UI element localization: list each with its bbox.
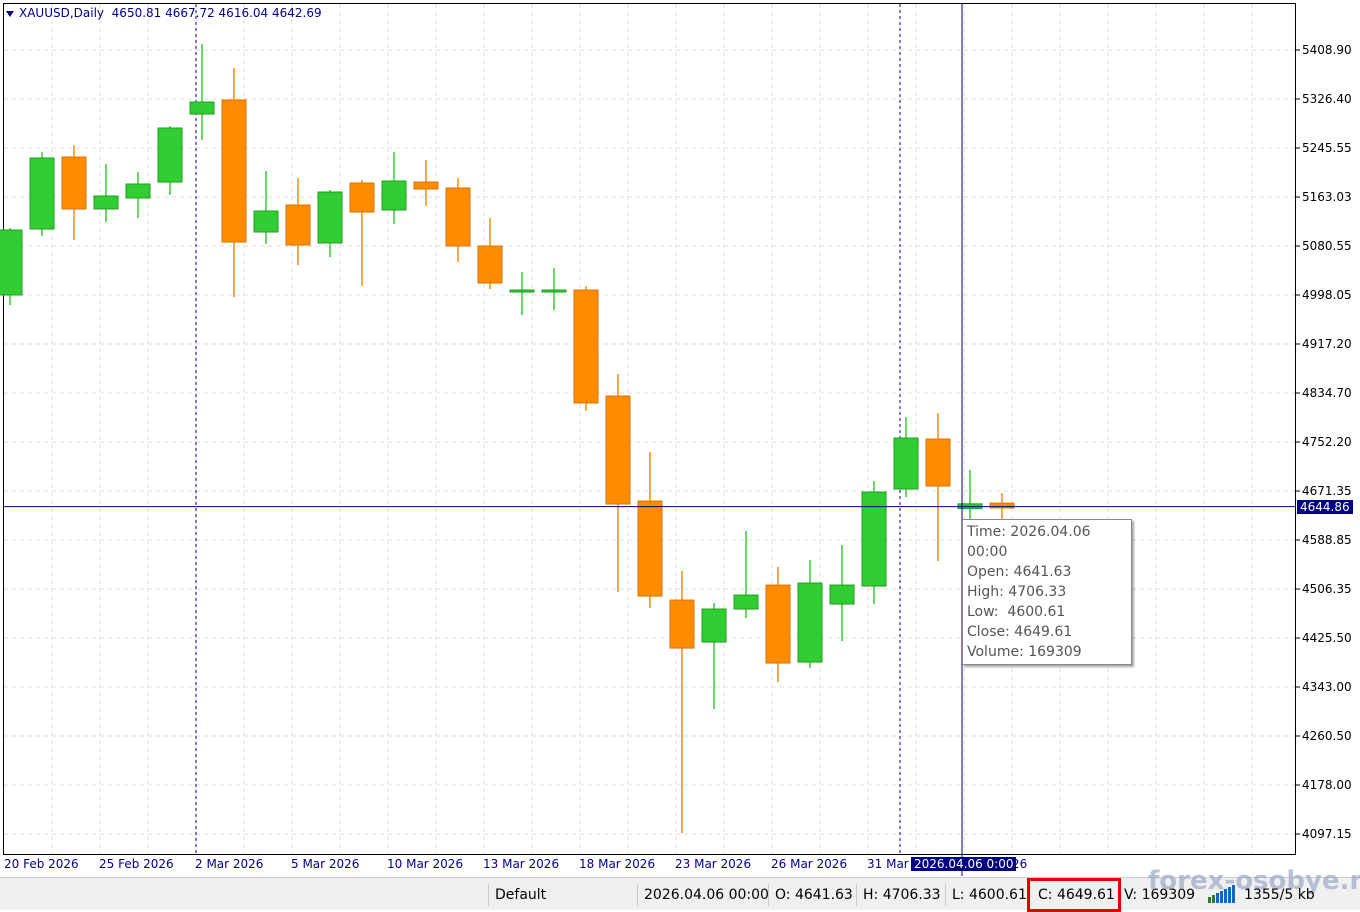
date-label: 5 Mar 2026 — [291, 857, 360, 871]
header-ohlc: 4650.81 4667.72 4616.04 4642.69 — [111, 6, 322, 20]
price-label: 4343.00 — [1302, 680, 1352, 694]
tooltip-low: Low: 4600.61 — [967, 604, 1066, 620]
candle-body — [0, 229, 23, 296]
price-label: 4752.20 — [1302, 435, 1352, 449]
date-label: 26 Mar 2026 — [771, 857, 848, 871]
status-low: L: 4600.61 — [945, 884, 1028, 906]
candle-body — [413, 181, 439, 190]
price-label: 4834.70 — [1302, 386, 1352, 400]
candle-body — [317, 191, 343, 244]
candle-body — [157, 127, 183, 183]
candle-body — [125, 183, 151, 199]
date-label: 10 Mar 2026 — [387, 857, 464, 871]
candle-body — [285, 204, 311, 246]
candle-body — [605, 395, 631, 505]
tooltip-open: Open: 4641.63 — [967, 564, 1072, 580]
candle-body — [541, 289, 567, 293]
candle-body — [509, 289, 535, 293]
candle-body — [925, 438, 951, 487]
price-label: 4097.15 — [1302, 827, 1352, 841]
date-label: 23 Mar 2026 — [675, 857, 752, 871]
tooltip-volume: Volume: 169309 — [967, 644, 1082, 660]
collapse-triangle-icon[interactable] — [6, 10, 14, 17]
candle-body — [765, 584, 791, 664]
price-label: 4588.85 — [1302, 533, 1352, 547]
status-open: O: 4641.63 — [768, 884, 853, 906]
candle-body — [701, 608, 727, 643]
candle-body — [573, 289, 599, 404]
status-profile[interactable]: Default — [488, 884, 635, 906]
tooltip-close: Close: 4649.61 — [967, 624, 1073, 640]
candle-body — [989, 502, 1015, 509]
candlestick-chart — [0, 4, 1300, 876]
candle-body — [829, 584, 855, 605]
price-label: 4425.50 — [1302, 631, 1352, 645]
price-label: 4998.05 — [1302, 288, 1352, 302]
crosshair-tooltip: Time: 2026.04.06 00:00 Open: 4641.63 Hig… — [962, 519, 1132, 665]
price-label: 5326.40 — [1302, 92, 1352, 106]
price-label: 5080.55 — [1302, 239, 1352, 253]
candle-body — [797, 582, 823, 663]
candle-body — [477, 245, 503, 284]
candle-body — [733, 594, 759, 610]
price-label: 4917.20 — [1302, 337, 1352, 351]
status-bar: Default 2026.04.06 00:00 O: 4641.63 H: 4… — [0, 866, 1360, 912]
price-label: 5408.90 — [1302, 43, 1352, 57]
candle-body — [253, 210, 279, 233]
candle-body — [189, 101, 215, 115]
candle-body — [445, 187, 471, 247]
date-label: 18 Mar 2026 — [579, 857, 656, 871]
candle-body — [29, 157, 55, 230]
tooltip-high: High: 4706.33 — [967, 584, 1067, 600]
status-close: C: 4649.61 — [1027, 878, 1121, 912]
status-traffic: 1355/5 kb — [1244, 887, 1315, 903]
candle-body — [93, 195, 119, 210]
crosshair-price-label: 4644.86 — [1297, 499, 1353, 514]
candle-body — [221, 99, 247, 243]
date-label: 25 Feb 2026 — [99, 857, 174, 871]
tooltip-time: Time: 2026.04.06 00:00 — [967, 524, 1091, 560]
price-label: 4671.35 — [1302, 484, 1352, 498]
price-label: 4260.50 — [1302, 729, 1352, 743]
candle-body — [349, 182, 375, 213]
status-time: 2026.04.06 00:00 — [637, 884, 769, 906]
crosshair-time-label: 2026.04.06 0:00 — [911, 857, 1017, 871]
price-label: 4178.00 — [1302, 778, 1352, 792]
candle-body — [381, 180, 407, 211]
connection-bars-icon — [1208, 885, 1235, 903]
price-label: 4506.35 — [1302, 582, 1352, 596]
chart-header: XAUUSD,Daily 4650.81 4667.72 4616.04 464… — [6, 6, 322, 20]
date-label: 13 Mar 2026 — [483, 857, 560, 871]
price-label: 5163.03 — [1302, 190, 1352, 204]
candle-body — [669, 599, 695, 649]
candle-body — [893, 437, 919, 490]
candle-body — [637, 500, 663, 597]
candle-body — [61, 156, 87, 210]
status-high: H: 4706.33 — [856, 884, 943, 906]
candle-body — [861, 491, 887, 587]
date-label: 2 Mar 2026 — [195, 857, 264, 871]
symbol-label: XAUUSD,Daily — [19, 6, 105, 20]
date-label: 20 Feb 2026 — [4, 857, 79, 871]
price-label: 5245.55 — [1302, 141, 1352, 155]
